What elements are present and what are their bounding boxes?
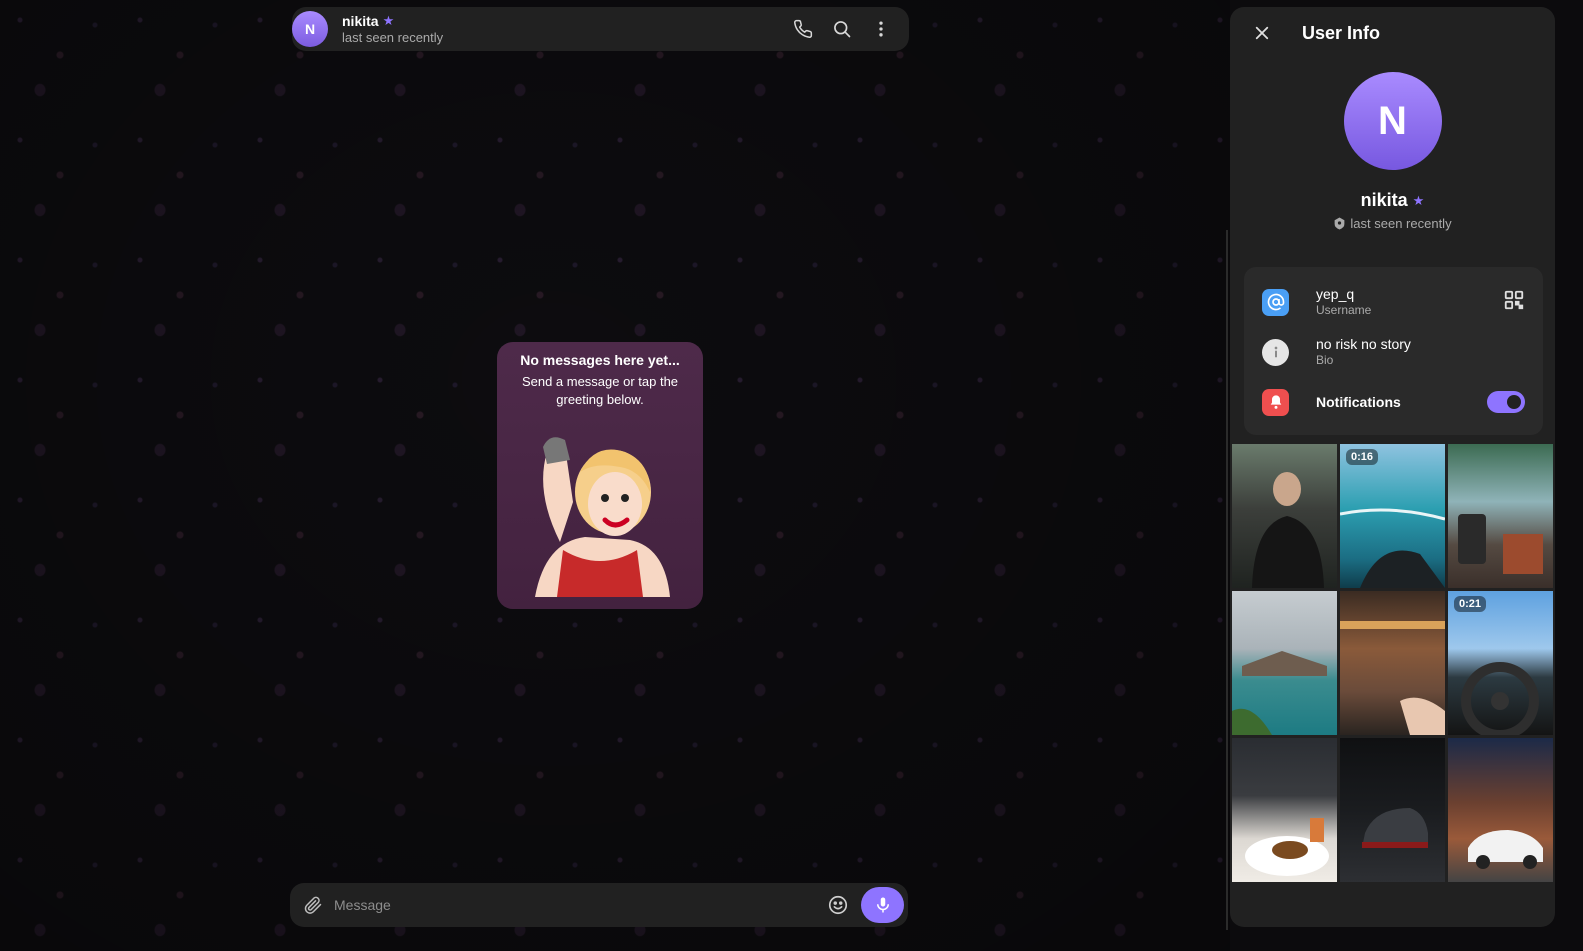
close-panel-button[interactable] bbox=[1250, 21, 1274, 45]
panel-scrollbar[interactable] bbox=[1226, 230, 1228, 930]
notifications-label: Notifications bbox=[1316, 393, 1401, 410]
media-tile[interactable] bbox=[1340, 591, 1445, 735]
media-tile[interactable] bbox=[1232, 591, 1337, 735]
close-icon bbox=[1255, 26, 1269, 40]
notifications-toggle[interactable] bbox=[1487, 391, 1525, 413]
premium-star-icon: ★ bbox=[382, 13, 395, 29]
panel-header: User Info bbox=[1230, 7, 1555, 59]
media-tile[interactable] bbox=[1232, 444, 1337, 588]
panel-title: User Info bbox=[1302, 22, 1381, 43]
premium-star-icon: ★ bbox=[1412, 192, 1425, 208]
profile-avatar-initial: N bbox=[1378, 98, 1407, 143]
voice-record-button[interactable] bbox=[861, 887, 904, 923]
media-thumbnail bbox=[1232, 651, 1327, 735]
empty-chat-card: No messages here yet... Send a message o… bbox=[497, 342, 703, 609]
info-card: yep_q Username no risk no story Bio Noti… bbox=[1244, 267, 1543, 435]
privacy-badge-icon bbox=[1335, 217, 1345, 230]
media-tile[interactable]: 0:21 bbox=[1448, 591, 1553, 735]
call-button[interactable] bbox=[785, 11, 821, 47]
notifications-text: Notifications bbox=[1316, 393, 1487, 411]
empty-chat-title: No messages here yet... bbox=[520, 352, 680, 368]
profile-status: last seen recently bbox=[1350, 216, 1452, 231]
smiley-icon bbox=[828, 895, 848, 915]
bell-icon bbox=[1262, 388, 1289, 416]
greeting-sticker[interactable] bbox=[525, 432, 675, 597]
profile-status-row: last seen recently bbox=[1230, 216, 1555, 231]
media-tile[interactable] bbox=[1448, 738, 1553, 882]
media-tile[interactable] bbox=[1340, 738, 1445, 882]
avatar[interactable]: N bbox=[292, 11, 328, 47]
profile-name: nikita bbox=[1360, 190, 1408, 210]
more-vertical-icon bbox=[879, 21, 883, 37]
profile-section: N nikita ★ last seen recently bbox=[1230, 72, 1555, 231]
chat-header[interactable]: N nikita ★ last seen recently bbox=[292, 7, 909, 51]
peer-info[interactable]: nikita ★ last seen recently bbox=[342, 13, 782, 45]
bio-text: no risk no story Bio bbox=[1316, 335, 1525, 369]
video-duration: 0:16 bbox=[1346, 449, 1379, 465]
notifications-row[interactable]: Notifications bbox=[1244, 377, 1543, 427]
bio-row[interactable]: no risk no story Bio bbox=[1244, 327, 1543, 377]
qr-code-button[interactable] bbox=[1503, 289, 1525, 316]
paperclip-icon bbox=[304, 896, 322, 914]
message-input[interactable] bbox=[326, 897, 823, 913]
microphone-icon bbox=[876, 897, 889, 913]
username-row[interactable]: yep_q Username bbox=[1244, 277, 1543, 327]
media-thumbnail bbox=[1340, 621, 1445, 735]
emoji-button[interactable] bbox=[823, 890, 853, 920]
username-text: yep_q Username bbox=[1316, 285, 1503, 319]
media-tile[interactable] bbox=[1448, 444, 1553, 588]
more-button[interactable] bbox=[863, 11, 899, 47]
media-thumbnail bbox=[1468, 830, 1543, 869]
attach-button[interactable] bbox=[300, 892, 326, 918]
peer-status: last seen recently bbox=[342, 29, 444, 45]
message-composer bbox=[290, 883, 908, 927]
avatar-initial: N bbox=[304, 21, 316, 37]
video-duration: 0:21 bbox=[1454, 596, 1487, 612]
phone-icon bbox=[794, 19, 813, 38]
empty-chat-subtitle: Send a message or tap the greeting below… bbox=[521, 374, 679, 407]
bio-label: Bio bbox=[1316, 353, 1334, 368]
username-value: yep_q bbox=[1316, 286, 1355, 303]
media-thumbnail bbox=[1458, 514, 1543, 574]
user-info-panel: User Info N nikita ★ last seen recently … bbox=[1230, 7, 1555, 927]
media-thumbnail bbox=[1245, 818, 1329, 876]
shared-media-grid: 0:16 0:21 bbox=[1232, 444, 1553, 882]
media-thumbnail bbox=[1461, 662, 1539, 735]
toggle-knob bbox=[1507, 395, 1521, 409]
qr-code-icon bbox=[1504, 290, 1524, 309]
peer-name-row: nikita ★ bbox=[342, 13, 782, 30]
profile-name-row: nikita ★ bbox=[1230, 190, 1555, 211]
media-tile[interactable]: 0:16 bbox=[1340, 444, 1445, 588]
at-sign-icon bbox=[1262, 288, 1289, 316]
media-thumbnail bbox=[1340, 508, 1445, 588]
search-icon bbox=[834, 21, 851, 38]
info-icon bbox=[1262, 338, 1289, 366]
media-tile[interactable] bbox=[1232, 738, 1337, 882]
search-button[interactable] bbox=[824, 11, 860, 47]
profile-avatar[interactable]: N bbox=[1343, 72, 1442, 170]
bio-value: no risk no story bbox=[1316, 336, 1411, 353]
media-thumbnail bbox=[1252, 472, 1324, 588]
chat-background: N nikita ★ last seen recently No message… bbox=[0, 0, 1230, 951]
username-label: Username bbox=[1316, 303, 1372, 318]
media-thumbnail bbox=[1362, 808, 1428, 848]
peer-name: nikita bbox=[342, 12, 379, 29]
